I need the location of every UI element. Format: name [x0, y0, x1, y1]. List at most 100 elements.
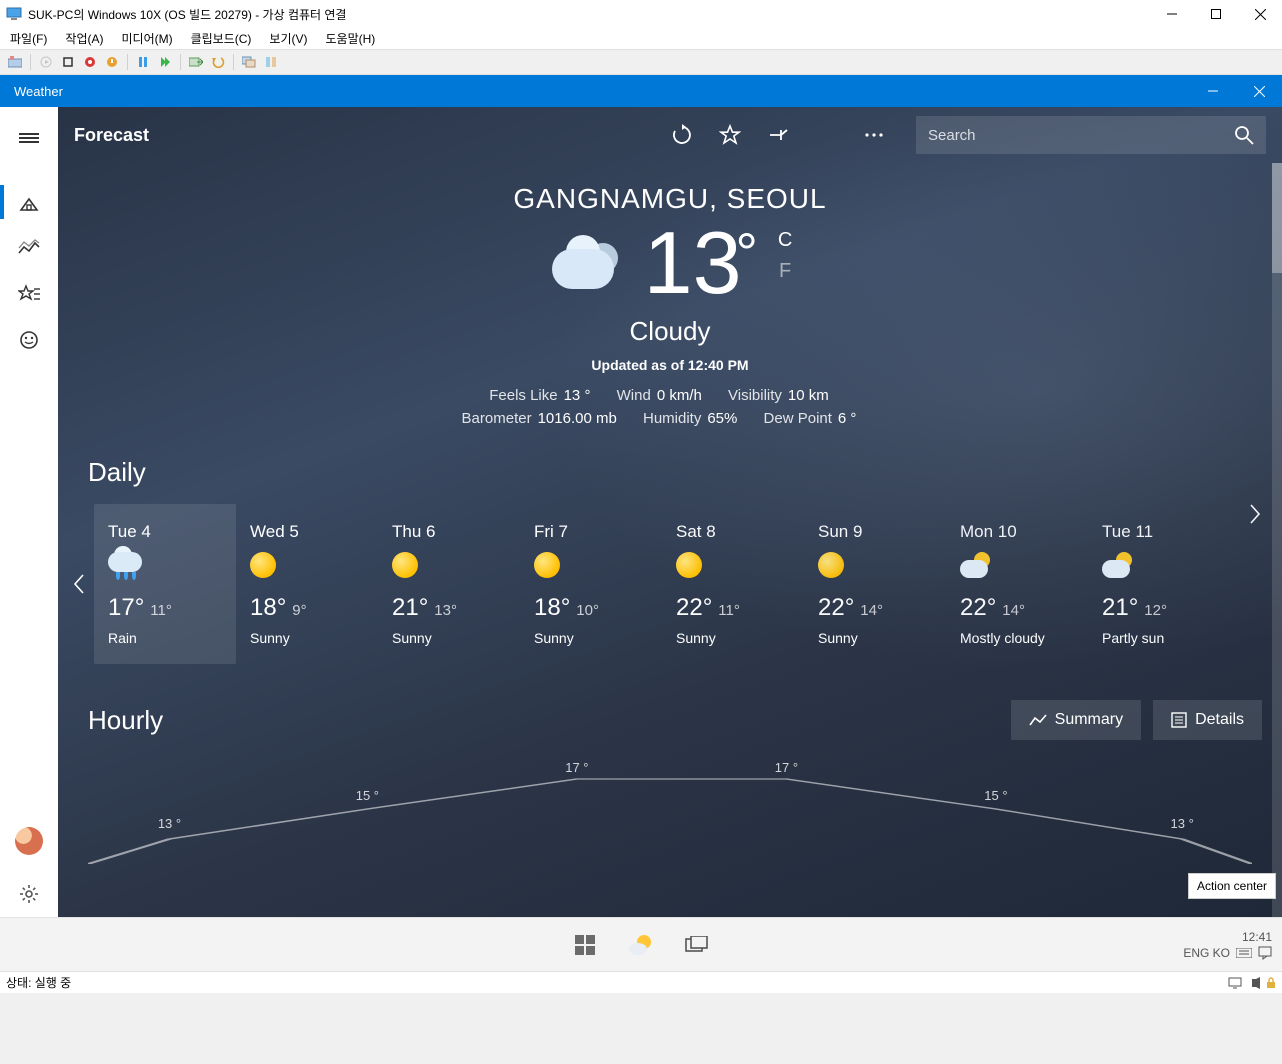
- start-gray-icon: [37, 53, 55, 71]
- day-card[interactable]: Sun 922°14°Sunny: [804, 504, 946, 664]
- taskbar-weather-icon[interactable]: [627, 931, 655, 959]
- keyboard-icon[interactable]: [1236, 948, 1252, 958]
- daily-next-button[interactable]: [1240, 504, 1270, 524]
- hourly-temp-label: 13 °: [158, 816, 181, 831]
- more-button[interactable]: [850, 115, 898, 155]
- day-card[interactable]: Fri 7 18° 10° Sunny: [520, 504, 662, 664]
- weather-close-button[interactable]: [1236, 75, 1282, 107]
- day-name: Fri 7: [534, 522, 648, 542]
- day-card[interactable]: Sat 822°11°Sunny: [662, 504, 804, 664]
- user-avatar[interactable]: [15, 827, 43, 855]
- taskbar-clock[interactable]: 12:41: [1242, 930, 1272, 944]
- menu-help[interactable]: 도움말(H): [326, 30, 376, 47]
- share-icon[interactable]: [262, 53, 280, 71]
- weather-app-title: Weather: [14, 84, 1190, 99]
- monitor-tray-icon[interactable]: [1228, 977, 1242, 989]
- day-name: Mon 10: [960, 522, 1074, 542]
- hourly-graph: 13 °15 °17 °17 °15 °13 °: [88, 764, 1252, 864]
- host-toolbar: [0, 49, 1282, 75]
- status-text: 상태: 실행 중: [6, 974, 71, 991]
- day-high: 21°: [1102, 594, 1138, 622]
- menu-view[interactable]: 보기(V): [269, 30, 307, 47]
- day-summary: Sunny: [534, 630, 648, 646]
- monitor-icon: [6, 7, 22, 21]
- host-window-title: SUK-PC의 Windows 10X (OS 빌드 20279) - 가상 컴…: [28, 6, 1150, 23]
- nav-historical[interactable]: [0, 225, 58, 271]
- night-mode-icon[interactable]: [802, 115, 850, 155]
- day-summary: Mostly cloudy: [960, 630, 1074, 646]
- task-view-button[interactable]: [683, 931, 711, 959]
- daily-prev-button[interactable]: [64, 504, 94, 664]
- day-summary: Rain: [108, 630, 222, 646]
- day-summary: Partly sun: [1102, 630, 1216, 646]
- pin-button[interactable]: [754, 115, 802, 155]
- pause-icon[interactable]: [134, 53, 152, 71]
- page-title: Forecast: [74, 125, 149, 146]
- nav-feedback[interactable]: [0, 317, 58, 363]
- menu-media[interactable]: 미디어(M): [121, 30, 172, 47]
- day-high: 22°: [818, 594, 854, 622]
- revert-icon[interactable]: [209, 53, 227, 71]
- hourly-temp-label: 17 °: [775, 760, 798, 775]
- hourly-temp-label: 13 °: [1171, 816, 1194, 831]
- menu-action[interactable]: 작업(A): [65, 30, 103, 47]
- unit-fahrenheit[interactable]: F: [778, 260, 792, 283]
- hourly-temp-label: 17 °: [565, 760, 588, 775]
- day-card[interactable]: Tue 1121°12°Partly sun: [1088, 504, 1230, 664]
- search-input[interactable]: [928, 127, 1234, 144]
- sun-icon: [534, 552, 560, 578]
- day-high: 17°: [108, 594, 144, 622]
- sun-icon: [392, 552, 418, 578]
- day-card[interactable]: Tue 417°11°Rain: [94, 504, 236, 664]
- close-button[interactable]: [1238, 0, 1282, 28]
- system-tray[interactable]: 12:41 ENG KO: [1092, 918, 1272, 971]
- refresh-button[interactable]: [658, 115, 706, 155]
- day-summary: Sunny: [676, 630, 790, 646]
- minimize-button[interactable]: [1150, 0, 1194, 28]
- save-icon[interactable]: [103, 53, 121, 71]
- enhanced-session-icon[interactable]: [240, 53, 258, 71]
- day-summary: Sunny: [818, 630, 932, 646]
- unit-celsius[interactable]: C: [778, 229, 792, 252]
- sun-icon: [250, 552, 276, 578]
- search-box[interactable]: [916, 116, 1266, 154]
- partly-cloudy-icon: [960, 552, 994, 580]
- ime-indicator[interactable]: ENG KO: [1183, 946, 1230, 960]
- shutdown-icon[interactable]: [81, 53, 99, 71]
- turnoff-icon[interactable]: [59, 53, 77, 71]
- lock-tray-icon[interactable]: [1266, 977, 1276, 989]
- day-low: 14°: [1002, 602, 1025, 619]
- reset-icon[interactable]: [156, 53, 174, 71]
- day-high: 18°: [534, 594, 570, 622]
- day-name: Wed 5: [250, 522, 364, 542]
- settings-button[interactable]: [0, 871, 58, 917]
- menu-clipboard[interactable]: 클립보드(C): [191, 30, 252, 47]
- weather-stats: Feels Like13 ° Wind0 km/h Visibility10 k…: [58, 387, 1282, 427]
- action-center-icon[interactable]: [1258, 946, 1272, 960]
- speaker-tray-icon[interactable]: [1248, 977, 1260, 989]
- details-button[interactable]: Details: [1153, 700, 1262, 740]
- nav-forecast[interactable]: [0, 179, 58, 225]
- menu-file[interactable]: 파일(F): [10, 30, 47, 47]
- checkpoint-icon[interactable]: [187, 53, 205, 71]
- ctrl-alt-del-icon[interactable]: [6, 53, 24, 71]
- maximize-button[interactable]: [1194, 0, 1238, 28]
- day-card[interactable]: Mon 1022°14°Mostly cloudy: [946, 504, 1088, 664]
- day-card[interactable]: Wed 518°9°Sunny: [236, 504, 378, 664]
- day-low: 10°: [576, 602, 599, 619]
- day-name: Thu 6: [392, 522, 506, 542]
- search-icon[interactable]: [1234, 125, 1254, 145]
- location-label: GANGNAMGU, SEOUL: [58, 183, 1282, 215]
- day-name: Tue 11: [1102, 522, 1216, 542]
- weather-minimize-button[interactable]: [1190, 75, 1236, 107]
- host-titlebar: SUK-PC의 Windows 10X (OS 빌드 20279) - 가상 컴…: [0, 0, 1282, 28]
- host-status-bar: 상태: 실행 중: [0, 971, 1282, 993]
- rain-icon: [108, 552, 144, 582]
- day-card[interactable]: Thu 621°13°Sunny: [378, 504, 520, 664]
- nav-favorites[interactable]: [0, 271, 58, 317]
- summary-button[interactable]: Summary: [1011, 700, 1141, 740]
- hamburger-menu-button[interactable]: [0, 115, 58, 161]
- start-button[interactable]: [571, 931, 599, 959]
- day-low: 11°: [718, 602, 740, 619]
- favorite-button[interactable]: [706, 115, 754, 155]
